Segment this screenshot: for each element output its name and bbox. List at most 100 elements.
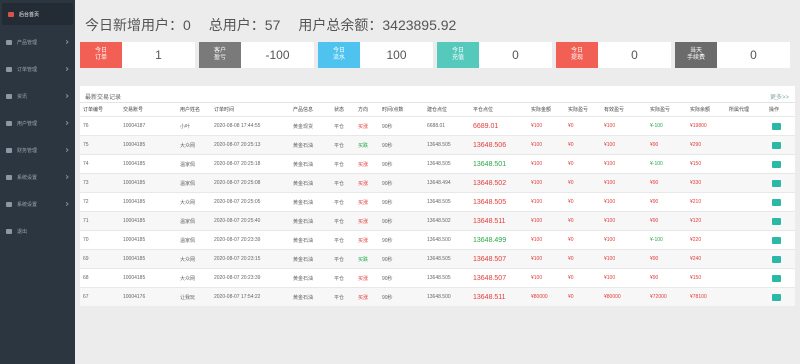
table-cell: 71 xyxy=(83,218,89,224)
chevron-right-icon xyxy=(64,93,69,99)
table-cell: 13648.505 xyxy=(427,275,451,281)
table-cell: ¥80000 xyxy=(604,294,621,300)
table-cell: 90秒 xyxy=(382,256,393,263)
view-detail-button[interactable] xyxy=(772,122,781,130)
table-cell: 买涨 xyxy=(358,199,369,206)
table-cell: ¥0 xyxy=(568,123,574,129)
table-cell: ¥90 xyxy=(650,275,659,281)
table-cell: 买涨 xyxy=(358,161,369,168)
chevron-right-icon xyxy=(64,201,69,207)
table-cell: 70 xyxy=(83,237,89,243)
table-cell: 68 xyxy=(83,275,89,281)
stat-value: 0 xyxy=(750,48,757,62)
sidebar-item[interactable]: 订单管理 xyxy=(0,56,75,82)
view-detail-button[interactable] xyxy=(772,274,781,282)
view-detail-button[interactable] xyxy=(772,198,781,206)
table-cell: 黄金石油 xyxy=(293,275,314,282)
table-cell: 13648.506 xyxy=(473,141,507,149)
table-cell: 10004185 xyxy=(123,199,146,205)
action-cell xyxy=(772,174,781,192)
table-cell: 90秒 xyxy=(382,142,393,149)
stat-value: -100 xyxy=(265,48,290,62)
action-cell xyxy=(772,155,781,173)
table-cell: 温家佩 xyxy=(180,218,196,225)
sidebar-item[interactable]: 财务管理 xyxy=(0,137,75,163)
table-cell: 买涨 xyxy=(358,237,369,244)
table-cell: 买跌 xyxy=(358,256,369,263)
table-cell: 13648.511 xyxy=(473,217,506,225)
sidebar-item[interactable]: 后台首页 xyxy=(2,3,73,25)
sidebar: 后台首页产品管理订单管理资讯用户管理财务管理系统设置 系统设置退出 xyxy=(0,0,75,364)
menu-icon xyxy=(6,228,12,234)
column-header: 产品信息 xyxy=(293,107,314,113)
recent-trades-panel: 最新交易记录 更多>> 订单编号 交易账号 用户姓名 订单时间 产品信息 状态 方向 时间/点… xyxy=(80,86,795,306)
stat-card: 当天 手续费 0 xyxy=(675,42,790,68)
table-cell: ¥290 xyxy=(690,142,702,148)
table-cell: 90秒 xyxy=(382,123,393,130)
table-cell: ¥72000 xyxy=(650,294,667,300)
sidebar-item-label: 退出 xyxy=(17,228,28,235)
main-content: 今日新增用户：0 总用户：57 用户总余额：3423895.92 今日 订单 1 客… xyxy=(75,0,800,364)
sidebar-item[interactable]: 系统设置 xyxy=(0,164,75,190)
view-detail-button[interactable] xyxy=(772,160,781,168)
column-header: 实际盈亏 xyxy=(568,107,589,113)
chevron-right-icon xyxy=(64,120,69,126)
total-users-summary: 总用户：57 xyxy=(208,17,281,33)
sidebar-item[interactable]: 退出 xyxy=(0,218,75,244)
table-row: 67 10004176 让我玩 2020-08-07 17:54:22 黄金石油 平仓 买涨… xyxy=(80,287,795,306)
table-cell: 10004185 xyxy=(123,161,146,167)
table-cell: 90秒 xyxy=(382,180,393,187)
table-cell: 黄金石油 xyxy=(293,199,314,206)
table-cell: 13648.505 xyxy=(427,161,451,167)
view-detail-button[interactable] xyxy=(772,255,781,263)
sidebar-item[interactable]: 系统设置 xyxy=(0,191,75,217)
view-detail-button[interactable] xyxy=(772,293,781,301)
table-cell: 2020-08-07 20:25:13 xyxy=(214,142,261,148)
column-header: 实际余额 xyxy=(690,107,711,113)
table-cell: 74 xyxy=(83,161,89,167)
table-cell: 黄金现货 xyxy=(293,123,314,130)
table-cell: ¥240 xyxy=(690,256,702,262)
table-cell: ¥100 xyxy=(531,142,543,148)
table-cell: 买跌 xyxy=(358,142,369,149)
stat-value: 0 xyxy=(631,48,638,62)
chevron-right-icon xyxy=(64,39,69,45)
action-cell xyxy=(772,212,781,230)
more-link[interactable]: 更多>> xyxy=(770,92,789,101)
sidebar-item[interactable]: 用户管理 xyxy=(0,110,75,136)
sidebar-item-label: 财务管理 xyxy=(17,147,38,154)
total-balance-summary: 用户总余额：3423895.92 xyxy=(298,17,457,33)
table-cell: 2020-08-07 20:25:05 xyxy=(214,199,261,205)
table-cell: ¥220 xyxy=(690,237,702,243)
sidebar-item-label: 用户管理 xyxy=(17,120,38,127)
stat-label: 今日 充值 xyxy=(437,42,479,68)
stat-label: 今日 订单 xyxy=(80,42,122,68)
table-cell: 73 xyxy=(83,180,89,186)
table-cell: 大众网 xyxy=(180,256,196,263)
table-cell: 温家佩 xyxy=(180,237,196,244)
table-cell: 平仓 xyxy=(334,218,345,225)
view-detail-button[interactable] xyxy=(772,141,781,149)
view-detail-button[interactable] xyxy=(772,179,781,187)
column-header: 用户姓名 xyxy=(180,107,201,113)
view-detail-button[interactable] xyxy=(772,217,781,225)
chevron-right-icon xyxy=(64,174,69,180)
stat-card: 客户 盈亏 -100 xyxy=(199,42,314,68)
table-cell: 13648.507 xyxy=(473,274,507,282)
sidebar-item[interactable]: 资讯 xyxy=(0,83,75,109)
table-cell: 平仓 xyxy=(334,275,345,282)
sidebar-item[interactable]: 产品管理 xyxy=(0,29,75,55)
table-cell: 黄金石油 xyxy=(293,180,314,187)
table-cell: ¥100 xyxy=(604,180,616,186)
table-cell: 小叶 xyxy=(180,123,191,130)
table-cell: 黄金石油 xyxy=(293,256,314,263)
table-cell: 平仓 xyxy=(334,237,345,244)
table-cell: 90秒 xyxy=(382,275,393,282)
view-detail-button[interactable] xyxy=(772,236,781,244)
table-cell: ¥90 xyxy=(650,218,659,224)
sidebar-item-label: 产品管理 xyxy=(17,39,38,46)
sidebar-item-label: 订单管理 xyxy=(17,66,38,73)
table-cell: 黄金石油 xyxy=(293,294,314,301)
table-cell: 13648.507 xyxy=(473,255,507,263)
table-cell: 买涨 xyxy=(358,218,369,225)
